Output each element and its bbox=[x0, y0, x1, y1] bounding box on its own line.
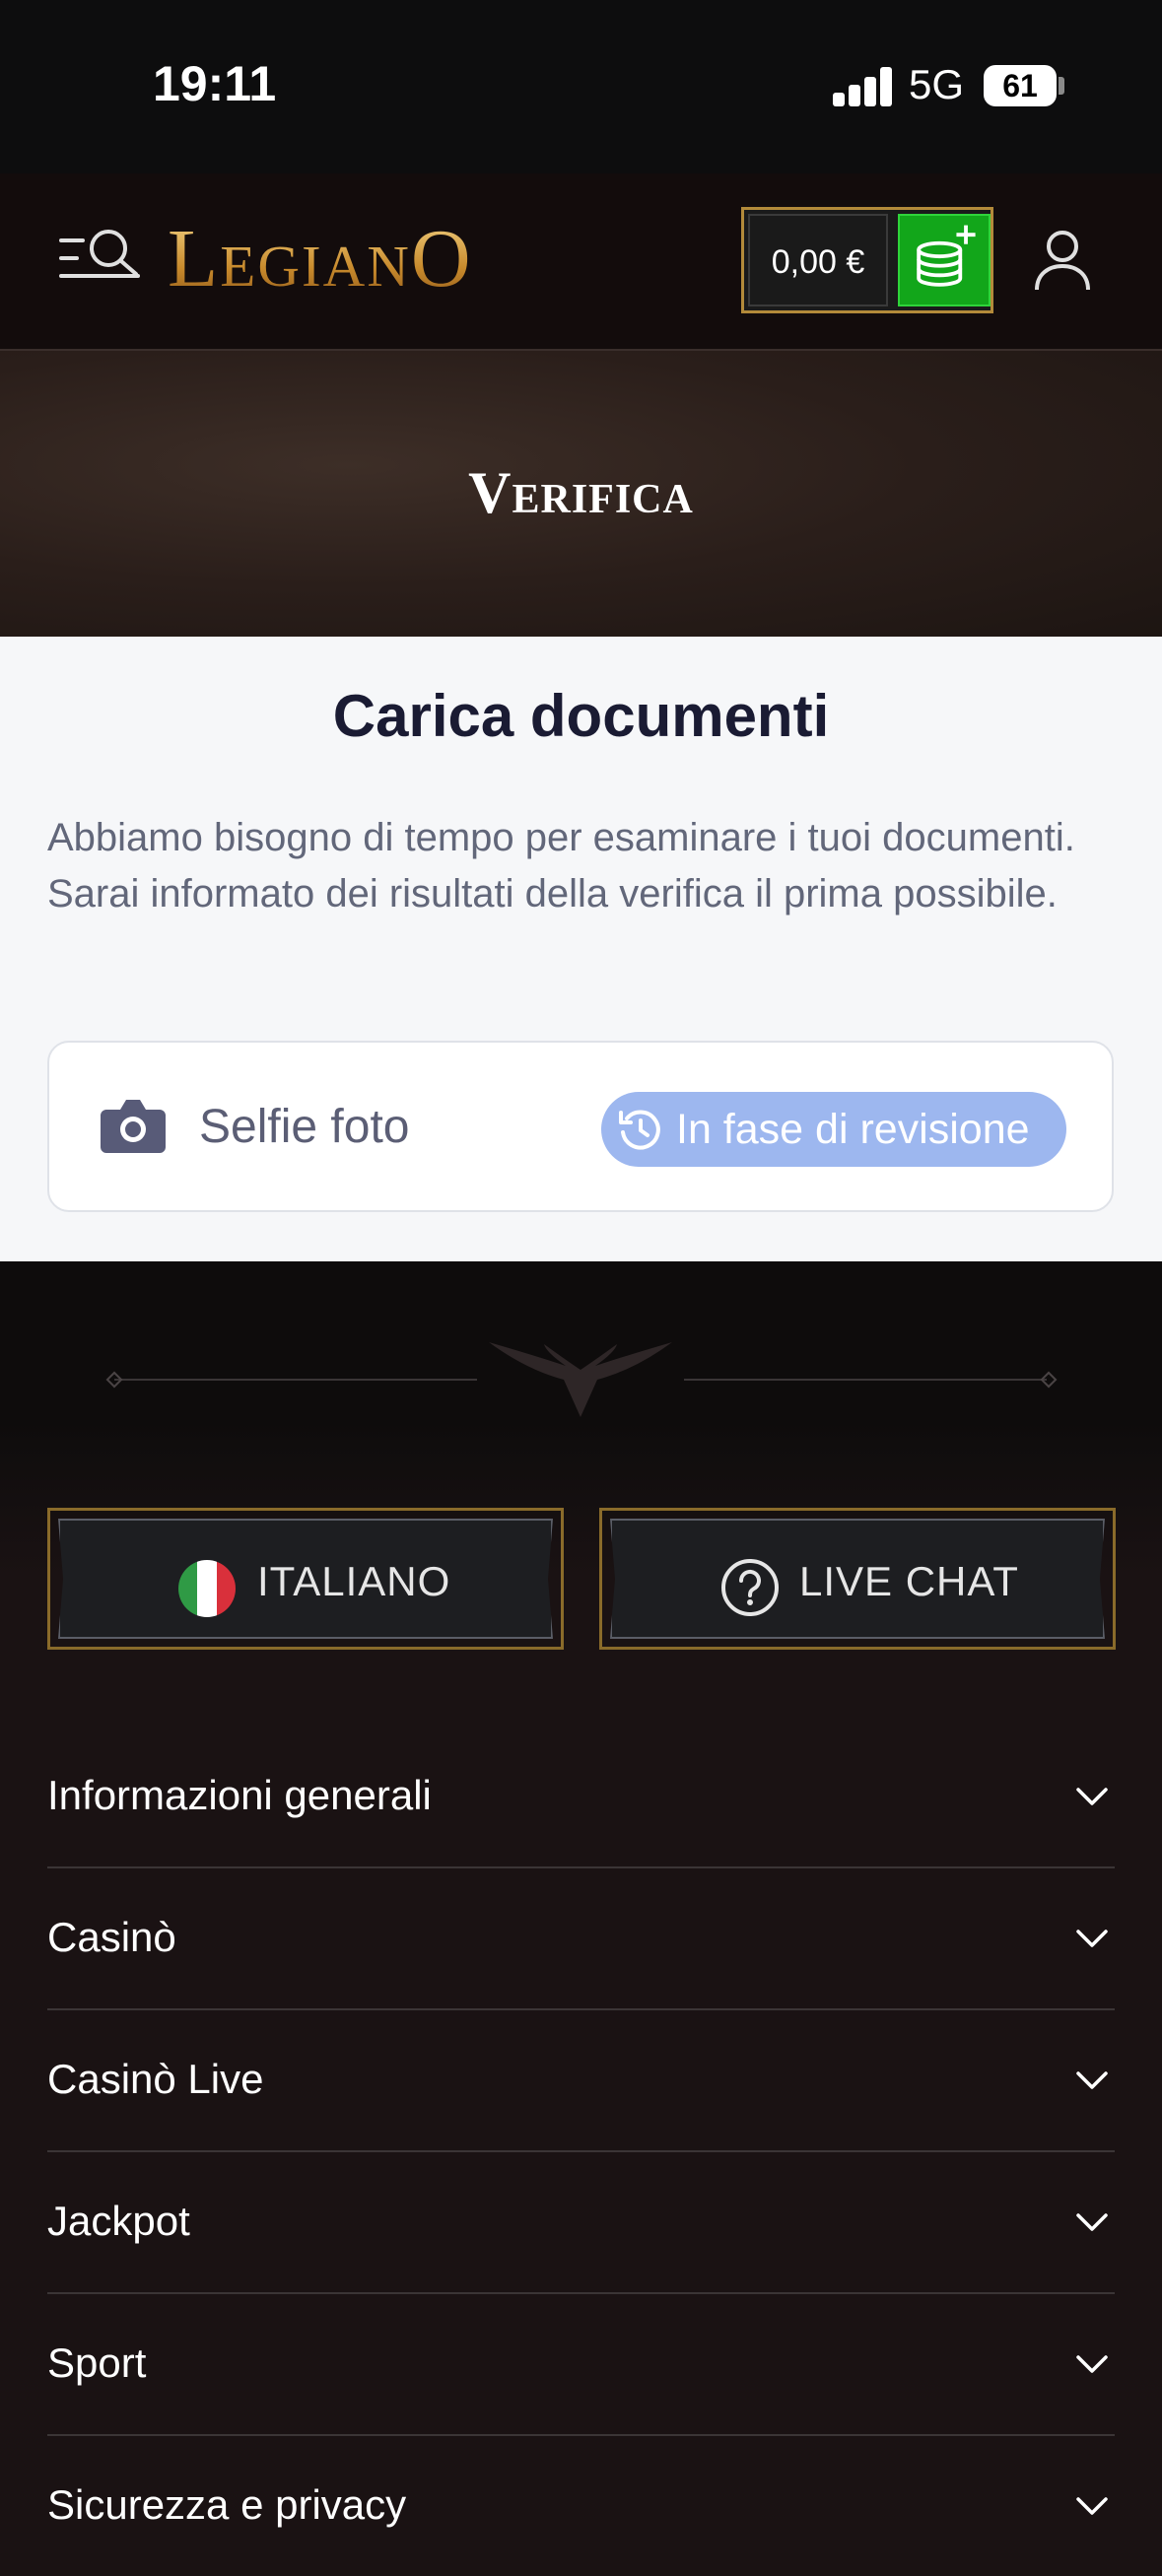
status-badge: In fase di revisione bbox=[601, 1092, 1066, 1167]
language-label: ITALIANO bbox=[257, 1558, 451, 1604]
accordion-informazioni-generali[interactable]: Informazioni generali bbox=[47, 1725, 1115, 1868]
page-title: Verifica bbox=[468, 460, 694, 525]
language-button-inner: ITALIANO bbox=[58, 1519, 553, 1639]
balance-amount[interactable]: 0,00 € bbox=[748, 214, 888, 306]
accordion-label: Casinò bbox=[47, 1914, 176, 1960]
divider-dot-left bbox=[105, 1371, 123, 1389]
chevron-down-icon bbox=[1076, 1930, 1108, 1947]
user-icon[interactable] bbox=[1033, 229, 1092, 292]
accordion-sport[interactable]: Sport bbox=[47, 2292, 1115, 2436]
deposit-button[interactable] bbox=[898, 214, 991, 306]
verification-section: Carica documenti Abbiamo bisogno di temp… bbox=[0, 637, 1162, 1261]
accordion-label: Informazioni generali bbox=[47, 1772, 432, 1818]
divider-dot-right bbox=[1040, 1371, 1058, 1389]
section-description: Abbiamo bisogno di tempo per esaminare i… bbox=[47, 816, 1075, 915]
wings-emblem-icon bbox=[489, 1342, 672, 1417]
chevron-down-icon bbox=[1076, 2213, 1108, 2231]
signal-icon bbox=[833, 67, 892, 106]
legiano-logo[interactable]: LegianO bbox=[168, 211, 472, 306]
chevron-down-icon bbox=[1076, 2071, 1108, 2089]
battery-tip bbox=[1059, 77, 1064, 95]
site-header: LegianO 0,00 € bbox=[0, 173, 1162, 351]
status-bar: 19:11 5G 61 bbox=[0, 0, 1162, 173]
chevron-down-icon bbox=[1076, 2497, 1108, 2515]
chevron-down-icon bbox=[1076, 1788, 1108, 1805]
coins-plus-icon bbox=[917, 225, 976, 287]
accordion-label: Sicurezza e privacy bbox=[47, 2481, 407, 2528]
divider-line-right bbox=[684, 1379, 1047, 1381]
site-footer: ITALIANO LIVE CHAT Informazioni generali… bbox=[0, 1261, 1162, 2528]
document-label: Selfie foto bbox=[199, 1101, 410, 1153]
status-time: 19:11 bbox=[153, 56, 277, 111]
history-icon bbox=[619, 1110, 660, 1150]
live-chat-button[interactable]: LIVE CHAT bbox=[599, 1508, 1116, 1650]
question-circle-icon bbox=[721, 1559, 779, 1616]
language-button[interactable]: ITALIANO bbox=[47, 1508, 564, 1650]
italy-flag-icon bbox=[178, 1560, 236, 1617]
accordion-label: Sport bbox=[47, 2339, 147, 2386]
camera-icon bbox=[101, 1100, 166, 1153]
document-card[interactable]: Selfie foto In fase di revisione bbox=[47, 1041, 1114, 1212]
accordion-label: Jackpot bbox=[47, 2198, 190, 2244]
divider-line-left bbox=[114, 1379, 477, 1381]
accordion-casino-live[interactable]: Casinò Live bbox=[47, 2008, 1115, 2152]
battery-icon: 61 bbox=[984, 65, 1057, 106]
balance-widget[interactable]: 0,00 € bbox=[741, 207, 993, 313]
accordion-jackpot[interactable]: Jackpot bbox=[47, 2150, 1115, 2294]
accordion-sicurezza-privacy[interactable]: Sicurezza e privacy bbox=[47, 2434, 1115, 2576]
live-chat-button-inner: LIVE CHAT bbox=[610, 1519, 1105, 1639]
live-chat-label: LIVE CHAT bbox=[799, 1558, 1019, 1604]
accordion-label: Casinò Live bbox=[47, 2056, 264, 2102]
chevron-down-icon bbox=[1076, 2355, 1108, 2373]
status-text: In fase di revisione bbox=[676, 1106, 1030, 1153]
network-label: 5G bbox=[909, 61, 965, 107]
hero-banner: Verifica bbox=[0, 351, 1162, 637]
section-title: Carica documenti bbox=[332, 683, 830, 749]
menu-search-icon[interactable] bbox=[59, 225, 142, 294]
accordion-casino[interactable]: Casinò bbox=[47, 1866, 1115, 2010]
